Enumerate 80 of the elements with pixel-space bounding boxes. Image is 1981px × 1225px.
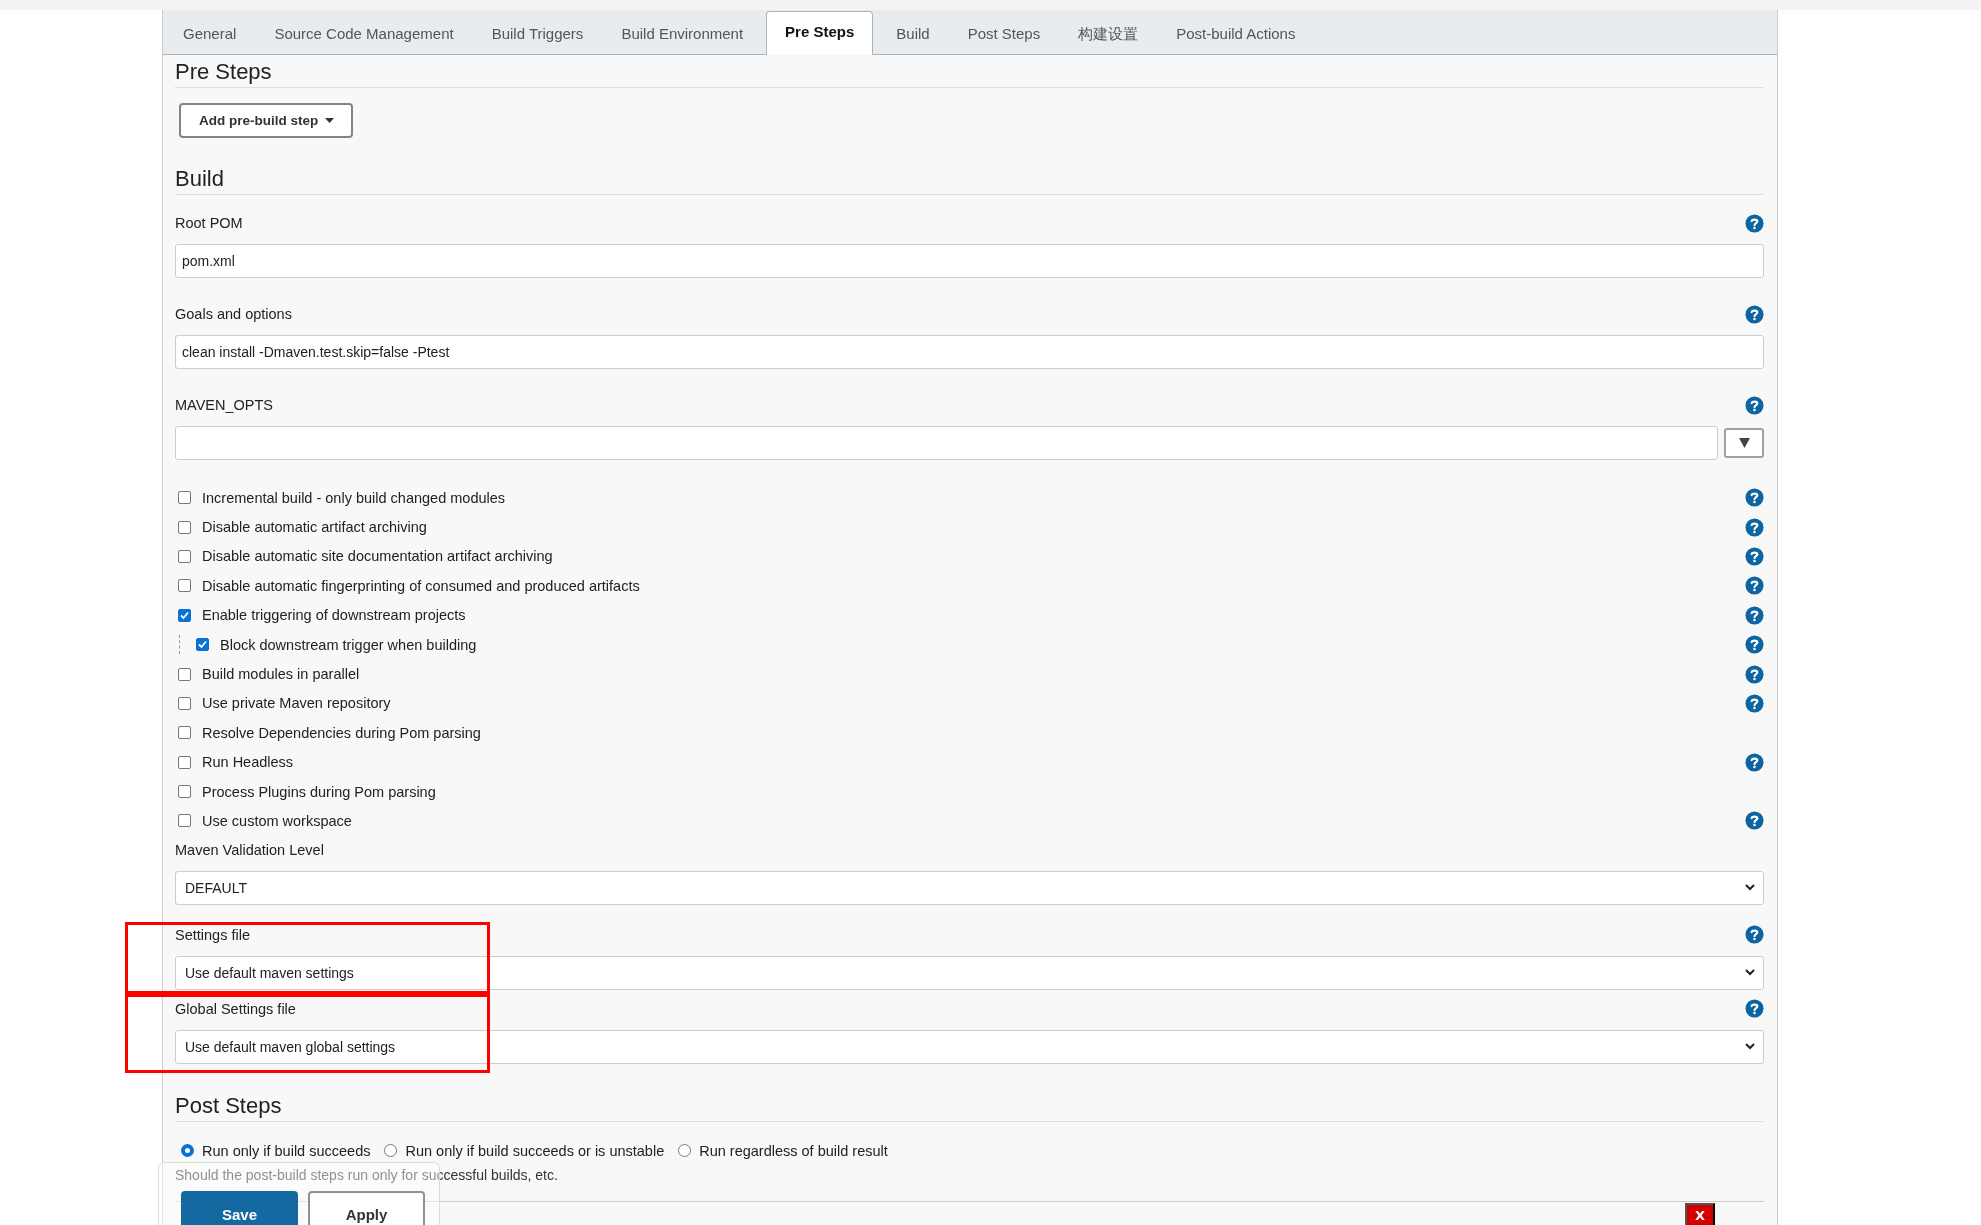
tab[interactable]: 构建设置: [1059, 13, 1158, 55]
checkbox-label[interactable]: Use private Maven repository: [202, 695, 391, 712]
help-icon[interactable]: [1745, 546, 1764, 566]
chevron-icon: [1745, 969, 1755, 977]
help-icon[interactable]: [1745, 999, 1764, 1019]
checkbox-label[interactable]: Use custom workspace: [202, 813, 352, 829]
tab[interactable]: Build: [877, 13, 949, 55]
checkbox-label[interactable]: Disable automatic artifact archiving: [202, 519, 427, 536]
checkbox[interactable]: [178, 726, 191, 740]
select-field[interactable]: DEFAULT: [175, 870, 1764, 905]
checkbox-label[interactable]: Block downstream trigger when building: [220, 636, 477, 653]
field-label: MAVEN_OPTS: [175, 397, 274, 413]
checkbox-label[interactable]: Disable automatic site documentation artifact archiving: [202, 548, 553, 565]
tab[interactable]: Source Code Management: [255, 13, 473, 55]
select-field[interactable]: Use default maven global settings: [175, 1029, 1764, 1064]
help-icon[interactable]: [1745, 664, 1764, 684]
checkbox[interactable]: [196, 638, 209, 652]
checkbox[interactable]: [178, 579, 191, 593]
chevron-icon: [1745, 1043, 1755, 1051]
radio-button[interactable]: [181, 1144, 194, 1158]
help-icon[interactable]: [1745, 517, 1764, 537]
checkbox[interactable]: [178, 608, 191, 622]
help-icon[interactable]: [1745, 752, 1764, 772]
checkbox-label[interactable]: Build modules in parallel: [202, 666, 360, 683]
checkbox-label[interactable]: Disable automatic fingerprinting of consumed and produced artifacts: [202, 577, 640, 594]
checkbox[interactable]: [178, 491, 191, 505]
checkbox-label[interactable]: Resolve Dependencies during Pom parsing: [202, 724, 481, 741]
checkbox-label[interactable]: Enable triggering of downstream projects: [202, 607, 466, 624]
triangle-icon: [1738, 438, 1750, 448]
section-heading: Build: [175, 164, 1764, 195]
chevron-icon: [1745, 884, 1755, 892]
help-icon[interactable]: [1745, 395, 1764, 415]
field-label: Root POM: [175, 215, 243, 231]
checkbox[interactable]: [178, 549, 191, 563]
action-button[interactable]: Save: [181, 1191, 298, 1225]
field-label: Goals and options: [175, 306, 292, 322]
add-step-button[interactable]: Add pre-build step: [179, 103, 354, 138]
help-icon[interactable]: [1745, 693, 1764, 713]
checkbox[interactable]: [178, 667, 191, 681]
checkbox[interactable]: [178, 814, 191, 828]
caret-icon: [325, 118, 335, 123]
action-button[interactable]: Apply: [308, 1191, 425, 1225]
checkbox-label[interactable]: Incremental build - only build changed modules: [202, 489, 506, 506]
tab[interactable]: Build Environment: [602, 13, 763, 55]
description-text: Should the post-build steps run only for successful builds, etc.: [175, 1166, 559, 1183]
text-field[interactable]: pom.xml: [175, 244, 1764, 278]
radio-button[interactable]: [384, 1144, 398, 1158]
checkbox[interactable]: [178, 520, 191, 534]
help-icon[interactable]: [1745, 576, 1764, 596]
tab[interactable]: Post Steps: [948, 13, 1060, 55]
field-label: Global Settings file: [175, 1000, 296, 1017]
help-icon[interactable]: [1745, 925, 1764, 945]
help-icon[interactable]: [1745, 304, 1764, 324]
text-field[interactable]: clean install -Dmaven.test.skip=false -Ptest: [175, 335, 1764, 369]
section-heading: Post Steps: [175, 1090, 1764, 1122]
checkbox[interactable]: [178, 696, 191, 710]
help-icon[interactable]: [1745, 605, 1764, 625]
field-label: Settings file: [175, 926, 250, 943]
field-label: Maven Validation Level: [175, 841, 324, 858]
radio-button[interactable]: [678, 1144, 692, 1158]
help-icon[interactable]: [1745, 635, 1764, 655]
help-icon[interactable]: [1745, 213, 1764, 233]
help-icon[interactable]: [1745, 488, 1764, 508]
select-field[interactable]: Use default maven settings: [175, 955, 1764, 990]
delete-button[interactable]: X: [1685, 1202, 1715, 1225]
checkbox[interactable]: [178, 755, 191, 769]
tab[interactable]: Build Triggers: [472, 13, 603, 55]
checkbox-label[interactable]: Process Plugins during Pom parsing: [202, 783, 436, 800]
text-field[interactable]: [175, 426, 1718, 460]
dropdown-button[interactable]: [1724, 428, 1764, 458]
tab[interactable]: General: [164, 13, 256, 55]
radio-label[interactable]: Run regardless of build result: [699, 1142, 888, 1159]
tab[interactable]: Post-build Actions: [1157, 13, 1315, 55]
checkbox-label[interactable]: Run Headless: [202, 754, 294, 771]
checkbox[interactable]: [178, 785, 191, 799]
radio-label[interactable]: Run only if build succeeds: [202, 1142, 371, 1159]
help-icon[interactable]: [1745, 811, 1764, 831]
tab[interactable]: Pre Steps: [766, 11, 874, 55]
section-heading: Pre Steps: [175, 57, 1764, 88]
radio-label[interactable]: Run only if build succeeds or is unstable: [405, 1142, 665, 1159]
